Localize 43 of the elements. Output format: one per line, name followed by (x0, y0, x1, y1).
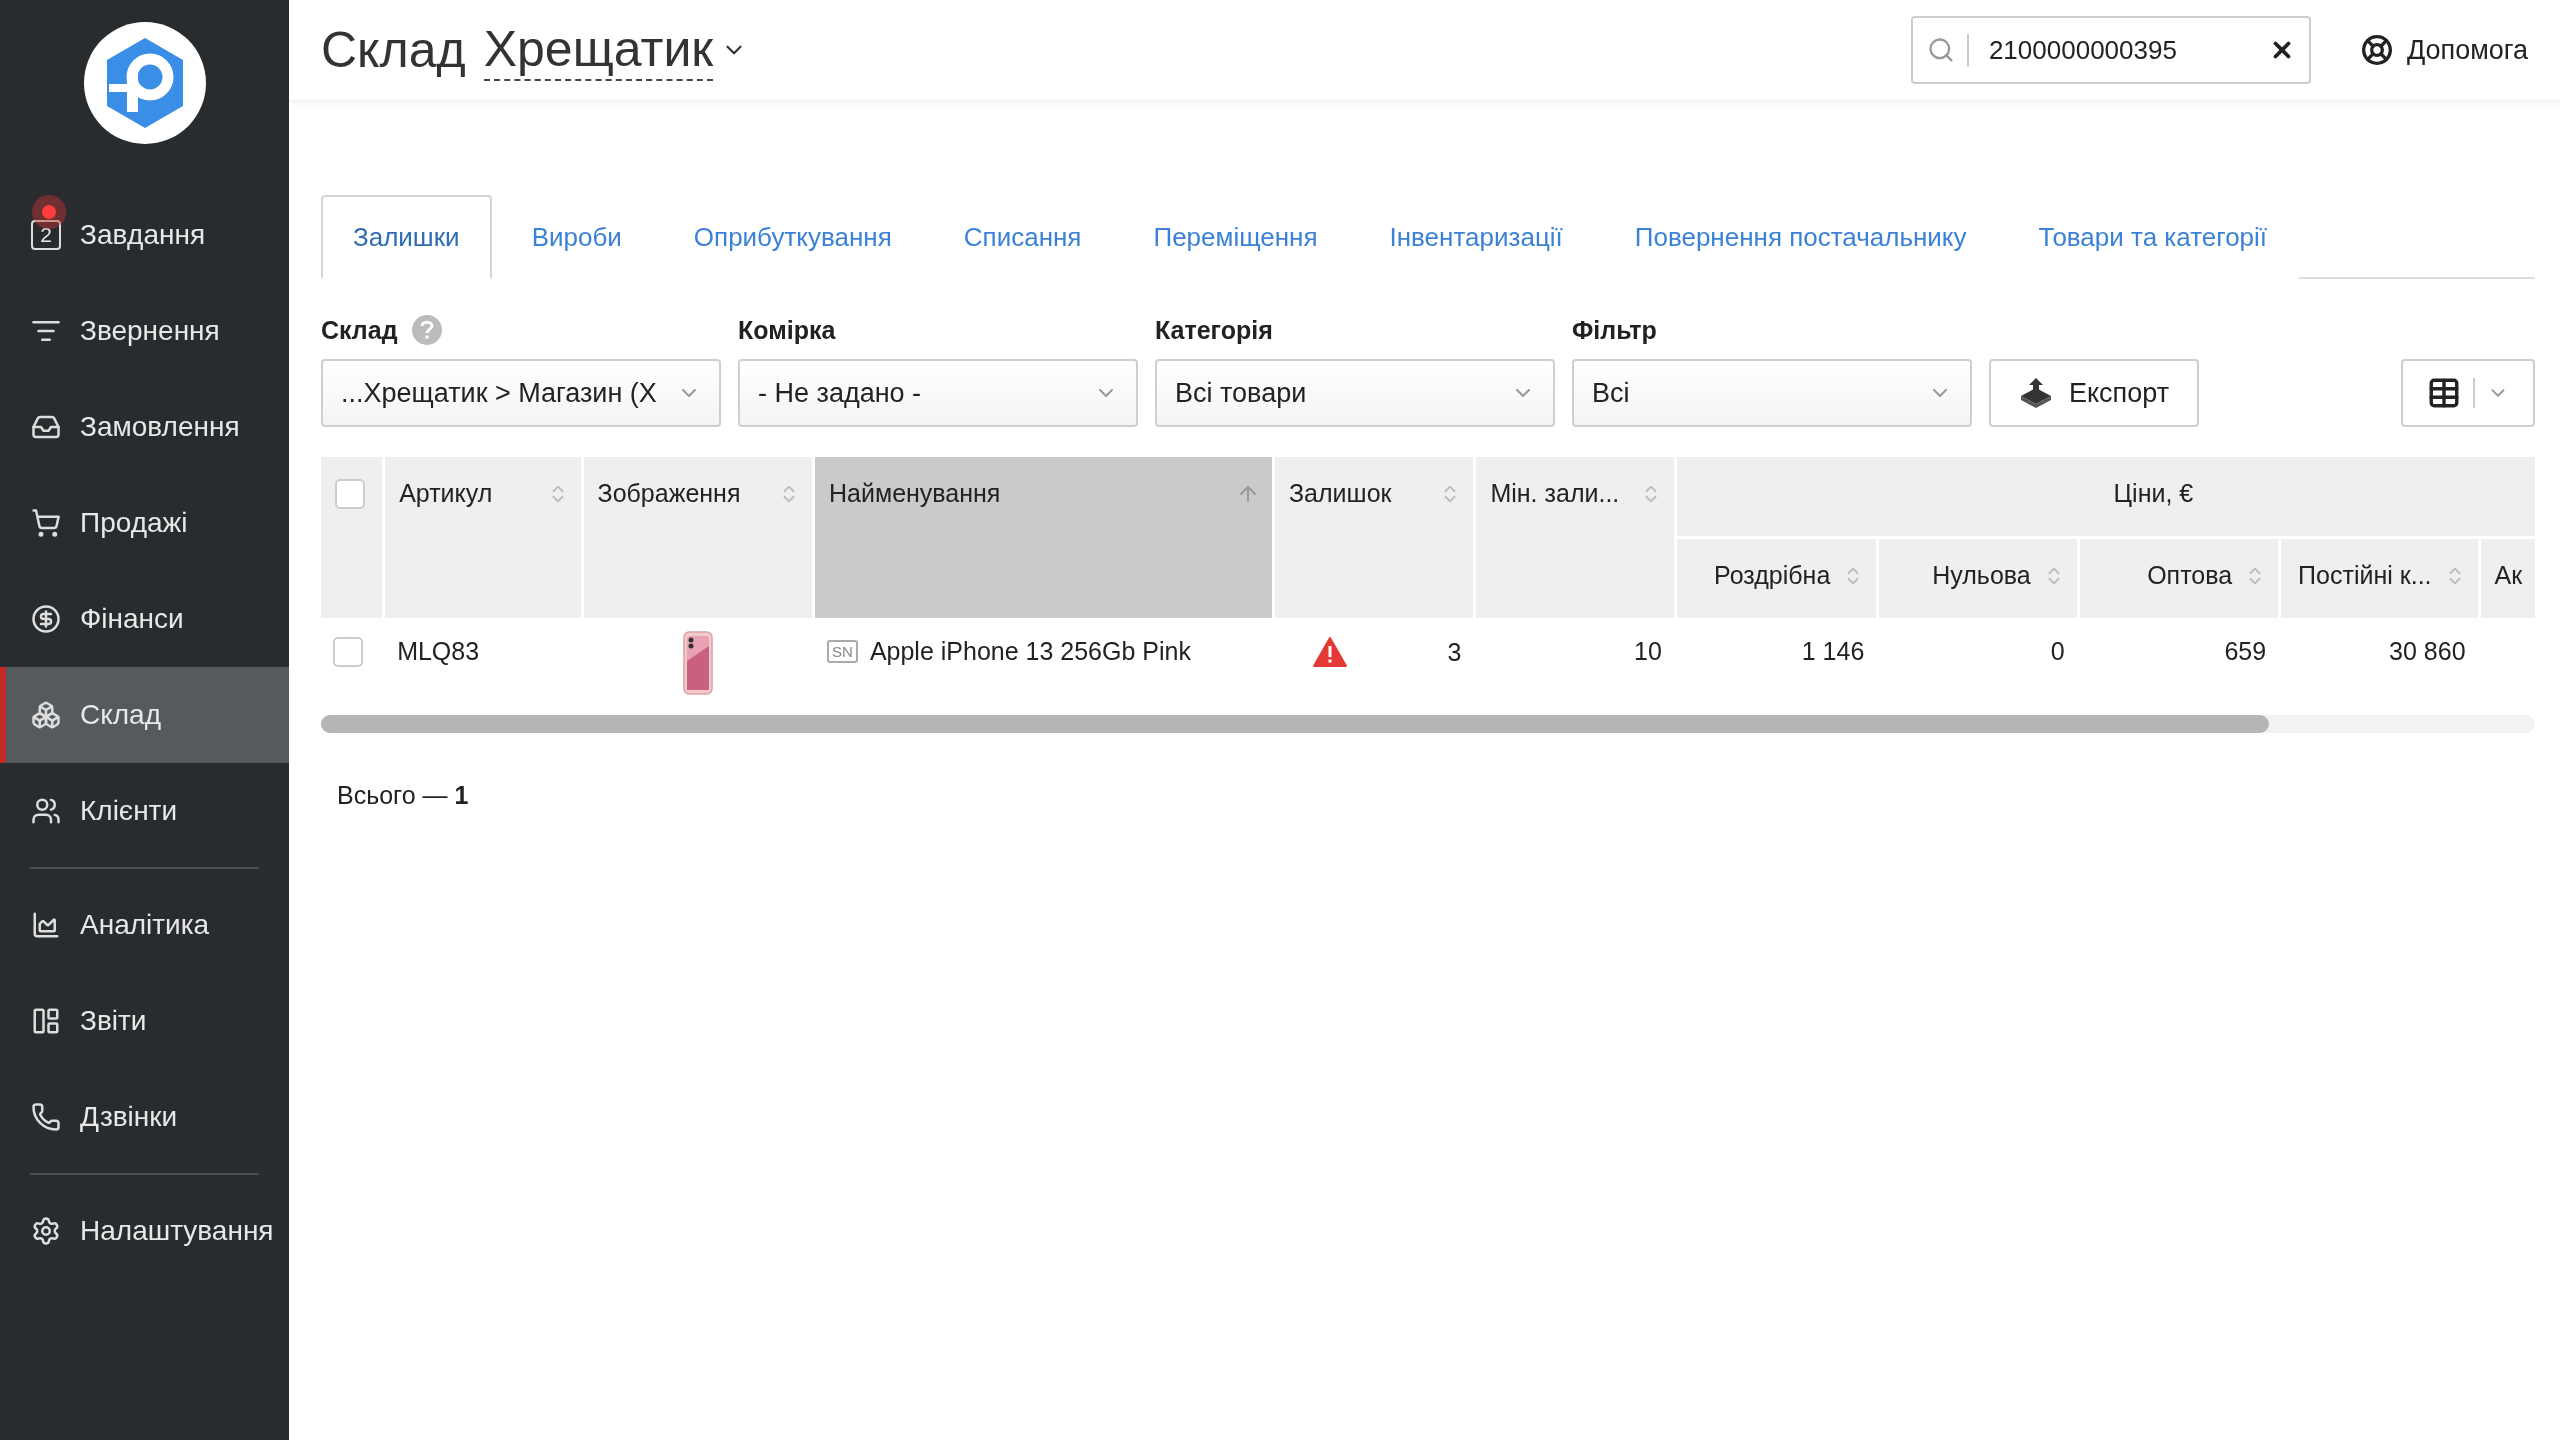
filter-label: Склад (321, 315, 398, 345)
sidebar-item[interactable]: Склад (0, 667, 289, 763)
sidebar-item[interactable]: Дзвінки (0, 1069, 289, 1165)
table-cell: 1 146 (1676, 621, 1880, 703)
sidebar-item[interactable]: Звіти (0, 973, 289, 1069)
task-count-icon: 2 (31, 220, 61, 250)
help-link[interactable]: Допомога (2360, 34, 2528, 66)
table-cell: 30 860 (2281, 621, 2481, 703)
header-group-cell: Ціни, € (1676, 457, 2535, 539)
product-name: Apple iPhone 13 256Gb Pink (869, 637, 1191, 666)
table-cell: 10 (1476, 621, 1677, 703)
sidebar-item[interactable]: Замовлення (0, 379, 289, 475)
filter-label: Категорія (1155, 315, 1273, 345)
filter-dropdown[interactable]: Всі товари (1155, 359, 1555, 427)
filter-dropdown[interactable]: Всі (1572, 359, 1972, 427)
table-cell: 0 (1879, 621, 2080, 703)
table-cell: MLQ83 (385, 621, 584, 703)
filter-label: Комірка (738, 315, 836, 345)
sidebar-item[interactable]: Налаштування (0, 1183, 289, 1279)
filter-dropdown[interactable]: - Не задано - (738, 359, 1138, 427)
serial-number-tag: SN (827, 640, 858, 663)
sidebar-item[interactable]: Фінанси (0, 571, 289, 667)
filter-label: Фільтр (1572, 315, 1657, 345)
column-header[interactable]: Постійні к... (2281, 539, 2481, 621)
filter-dropdown[interactable]: ...Хрещатик > Магазин (Х (321, 359, 721, 427)
sidebar-item[interactable]: Продажі (0, 475, 289, 571)
column-header[interactable]: Ак (2480, 539, 2535, 621)
search-bar[interactable]: 2100000000395 (1910, 16, 2311, 84)
sidebar-item[interactable]: Звернення (0, 283, 289, 379)
location-selector[interactable]: Хрещатик (483, 19, 714, 81)
sidebar-item[interactable]: 2 Завдання (0, 187, 289, 283)
column-header[interactable]: Мін. зали... (1476, 457, 1677, 621)
total-count: Всього — 1 (336, 781, 470, 810)
export-button[interactable]: Експорт (1989, 359, 2200, 427)
table-cell: 3 (1447, 637, 1462, 667)
column-header[interactable]: Артикул (385, 457, 584, 621)
page-title: Склад (321, 21, 466, 79)
tab[interactable]: Залишки (321, 195, 492, 279)
column-header[interactable]: Нульова (1879, 539, 2080, 621)
table-cell: 659 (2079, 621, 2282, 703)
column-header[interactable]: Найменування (815, 457, 1275, 621)
sidebar-item[interactable]: Клієнти (0, 763, 289, 859)
sidebar-item[interactable]: Аналітика (0, 877, 289, 973)
